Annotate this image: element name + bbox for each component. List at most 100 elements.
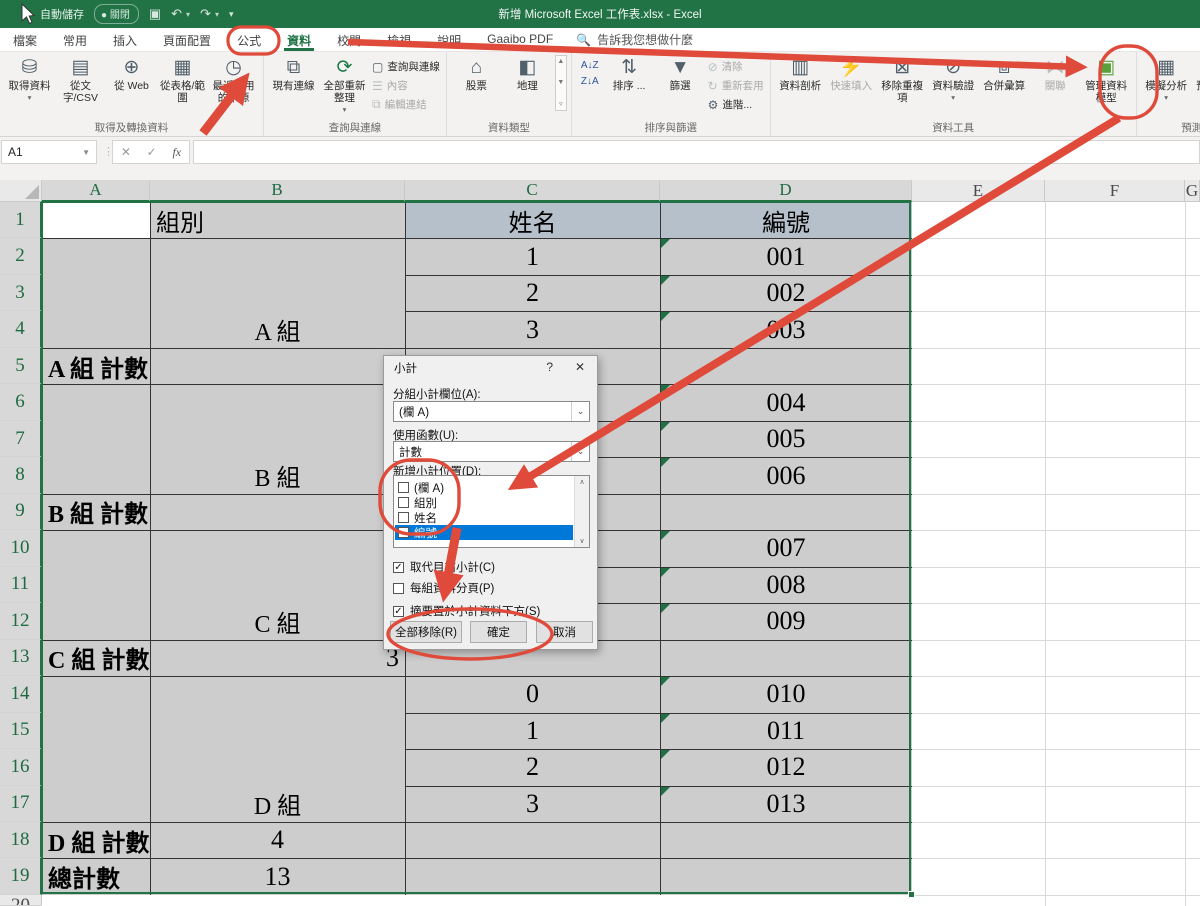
cell-D7[interactable]: 005 [660,421,912,457]
cell-C4[interactable]: 3 [405,311,660,347]
name-box[interactable]: A1▼ [1,140,97,164]
column-header-F[interactable]: F [1045,180,1185,202]
tab-校閱[interactable]: 校閱 [324,28,374,51]
dialog-checkbox-摘要置於小計資料下方(S)[interactable]: ✓摘要置於小計資料下方(S) [393,603,540,619]
row-header-19[interactable]: 19 [0,858,42,894]
ribbon-button-管理資料模型[interactable]: ▣管理資料模型 [1082,55,1131,105]
ribbon-button-篩選[interactable]: ▼篩選 [656,55,705,93]
name-box-dropdown-icon[interactable]: ▼ [82,148,90,157]
cell-C3[interactable]: 2 [405,275,660,311]
cell-A13[interactable]: C 組 計數 [42,640,150,676]
row-header-11[interactable]: 11 [0,567,42,603]
ribbon-button-進階...[interactable]: ⚙進階... [708,97,764,112]
cell-B19[interactable]: 13 [150,858,405,894]
cell-D17[interactable]: 013 [660,786,912,822]
formula-input[interactable] [193,140,1200,164]
ribbon-button-取得資料[interactable]: ⛁取得資料▾ [5,55,54,102]
undo-dropdown-icon[interactable]: ▾ [186,10,190,19]
dialog-close-icon[interactable]: ✕ [575,360,585,374]
scroll-down-icon[interactable]: ∨ [579,537,584,545]
column-header-A[interactable]: A [42,180,150,202]
checkbox-icon[interactable]: ✓ [393,606,404,617]
field-list-item-姓名[interactable]: 姓名 [395,510,573,525]
tab-檢視[interactable]: 檢視 [374,28,424,51]
cell-C1[interactable]: 姓名 [405,202,660,238]
tab-公式[interactable]: 公式 [224,28,274,51]
row-header-10[interactable]: 10 [0,530,42,566]
list-scrollbar[interactable]: ∧ ∨ [574,476,589,547]
dialog-button-取消[interactable]: 取消 [536,621,593,643]
tab-常用[interactable]: 常用 [50,28,100,51]
sort-ascending-icon[interactable]: A↓Z [578,59,602,72]
cell-D12[interactable]: 009 [660,603,912,639]
field-list-item-(欄 A)[interactable]: (欄 A) [395,480,573,495]
undo-icon[interactable]: ↶ [171,6,182,22]
cell-B8[interactable]: B 組 [150,457,405,493]
row-header-13[interactable]: 13 [0,640,42,676]
dialog-button-確定[interactable]: 確定 [470,621,527,643]
field-list-item-組別[interactable]: 組別 [395,495,573,510]
cell-A19[interactable]: 總計數 [42,858,150,894]
ribbon-button-最近使用的來源[interactable]: ◷最近使用的來源 [209,55,258,105]
cell-C15[interactable]: 1 [405,713,660,749]
row-header-16[interactable]: 16 [0,749,42,785]
row-header-3[interactable]: 3 [0,275,42,311]
active-cell-A1[interactable] [42,202,150,238]
ribbon-button-預測工作表[interactable]: ⇗預測工作表 [1193,55,1200,105]
scroll-up-icon[interactable]: ∧ [579,478,584,486]
ribbon-button-移除重複項[interactable]: ⊠移除重複項 [878,55,927,105]
dialog-button-全部移除(R)[interactable]: 全部移除(R) [390,621,462,643]
cell-D3[interactable]: 002 [660,275,912,311]
row-header-5[interactable]: 5 [0,348,42,384]
cell-C17[interactable]: 3 [405,786,660,822]
ribbon-button-模擬分析[interactable]: ▦模擬分析▾ [1142,55,1191,102]
checkbox-icon[interactable]: ✓ [393,562,404,573]
checkbox-icon[interactable] [398,482,409,493]
cell-D14[interactable]: 010 [660,676,912,712]
cell-D16[interactable]: 012 [660,749,912,785]
row-header-9[interactable]: 9 [0,494,42,530]
row-header-20[interactable]: 20 [0,895,42,906]
data-types-gallery-scrollbar[interactable]: ▲▼▿ [555,55,567,111]
group-field-dropdown[interactable]: (欄 A) ⌄ [393,401,590,422]
cell-B17[interactable]: D 組 [150,786,405,822]
dialog-help-icon[interactable]: ? [546,360,553,374]
save-icon[interactable]: ▣ [149,6,161,22]
column-header-E[interactable]: E [912,180,1045,202]
cell-D10[interactable]: 007 [660,530,912,566]
tab-頁面配置[interactable]: 頁面配置 [150,28,224,51]
dialog-checkbox-取代目前小計(C)[interactable]: ✓取代目前小計(C) [393,559,495,575]
ribbon-button-查詢與連線[interactable]: ▢查詢與連線 [372,59,440,74]
row-header-1[interactable]: 1 [0,202,42,238]
row-header-8[interactable]: 8 [0,457,42,493]
cell-B1[interactable]: 組別 [150,202,405,238]
column-header-D[interactable]: D [660,180,912,202]
enter-icon[interactable]: ✓ [147,145,157,159]
fill-handle[interactable] [908,891,915,898]
row-header-4[interactable]: 4 [0,311,42,347]
redo-dropdown-icon[interactable]: ▾ [215,10,219,19]
column-header-B[interactable]: B [150,180,405,202]
cancel-icon[interactable]: ✕ [121,145,131,159]
autosave-toggle[interactable]: ● 關閉 [94,4,139,24]
cell-D11[interactable]: 008 [660,567,912,603]
checkbox-icon[interactable] [398,512,409,523]
ribbon-button-現有連線[interactable]: ⧉現有連線 [269,55,318,93]
cell-D1[interactable]: 編號 [660,202,912,238]
redo-icon[interactable]: ↷ [200,6,211,22]
ribbon-button-股票[interactable]: ⌂股票 [452,55,501,93]
ribbon-button-從表格/範圍[interactable]: ▦從表格/範圍 [158,55,207,105]
row-header-17[interactable]: 17 [0,786,42,822]
cell-D4[interactable]: 003 [660,311,912,347]
ribbon-button-排序 ...[interactable]: ⇅排序 ... [605,55,654,93]
row-header-14[interactable]: 14 [0,676,42,712]
customize-qat-icon[interactable]: ▾ [229,9,234,20]
ribbon-button-全部重新整理[interactable]: ⟳全部重新整理▾ [320,55,369,114]
cell-B4[interactable]: A 組 [150,311,405,347]
ribbon-button-資料剖析[interactable]: ▥資料剖析 [776,55,825,93]
row-header-15[interactable]: 15 [0,713,42,749]
field-list-item-編號[interactable]: 編號 [395,525,573,540]
cell-B13[interactable]: 3 [150,640,405,676]
checkbox-icon[interactable] [398,497,409,508]
tab-資料[interactable]: 資料 [274,28,324,51]
